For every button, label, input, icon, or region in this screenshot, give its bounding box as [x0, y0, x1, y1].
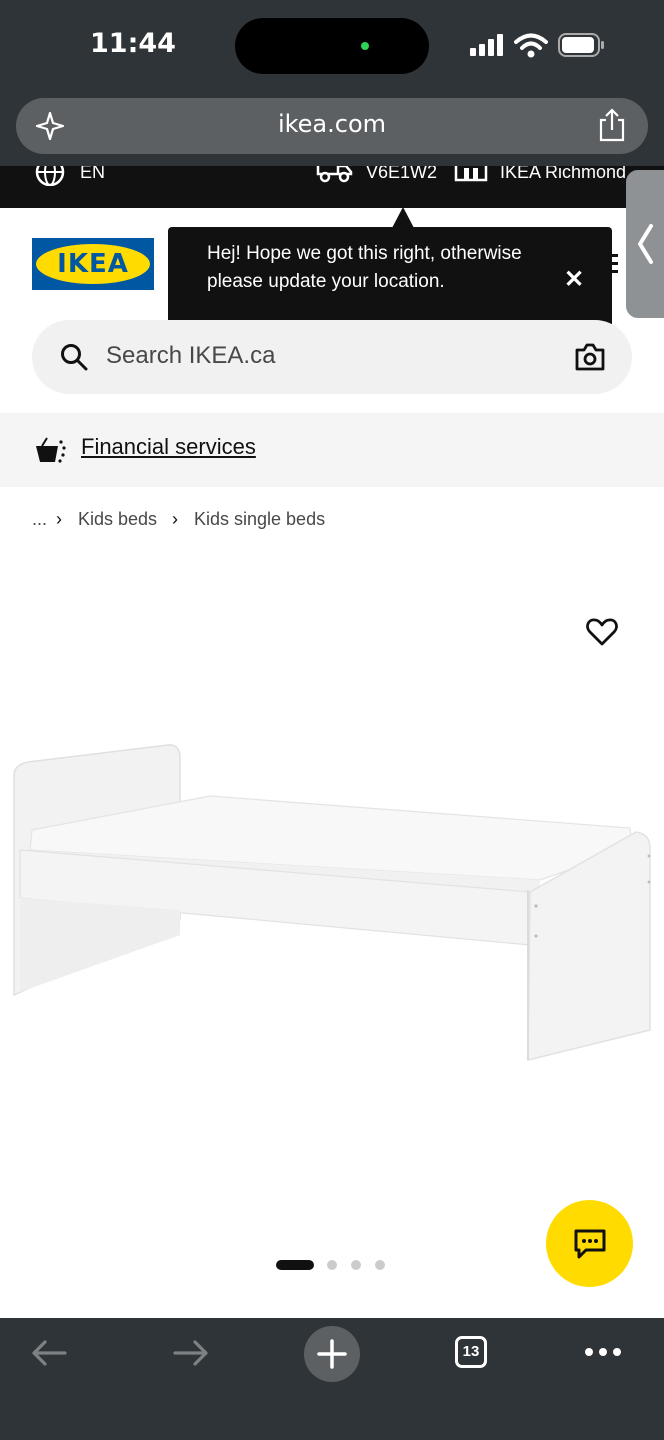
chevron-right-icon: ›: [56, 509, 62, 529]
camera-indicator-icon: [361, 42, 369, 50]
carousel-dot[interactable]: [327, 1260, 337, 1270]
logo-text: IKEA: [57, 249, 129, 279]
search-icon[interactable]: [60, 343, 88, 371]
dynamic-island: [235, 18, 429, 74]
globe-icon[interactable]: [34, 166, 66, 186]
cellular-signal-icon: [470, 34, 503, 56]
back-arrow-icon[interactable]: [30, 1338, 68, 1368]
chevron-right-icon: ›: [172, 509, 178, 529]
camera-search-icon[interactable]: [574, 342, 606, 372]
carousel-dot[interactable]: [351, 1260, 361, 1270]
url-text[interactable]: ikea.com: [0, 110, 664, 138]
chat-icon[interactable]: [572, 1228, 608, 1262]
status-time: 11:44: [90, 28, 176, 59]
search-input[interactable]: [106, 342, 546, 370]
tab-switcher-button[interactable]: 13: [455, 1336, 487, 1368]
battery-icon: [558, 33, 604, 57]
more-options-icon[interactable]: [584, 1346, 622, 1358]
utility-strip: EN V6E1W2 IKEA Richmond: [0, 166, 664, 208]
delivery-truck-icon[interactable]: [316, 166, 354, 184]
store-label[interactable]: IKEA Richmond: [500, 166, 626, 183]
forward-arrow-icon[interactable]: [172, 1338, 210, 1368]
chevron-left-icon[interactable]: [634, 222, 656, 266]
location-tooltip-text: Hej! Hope we got this right, otherwise p…: [207, 243, 522, 292]
store-icon[interactable]: [454, 166, 488, 184]
wifi-icon: [514, 33, 548, 58]
ikea-logo[interactable]: IKEA: [32, 238, 154, 290]
tooltip-arrow: [392, 207, 414, 228]
share-icon[interactable]: [597, 108, 627, 142]
breadcrumb-item-kids-beds[interactable]: Kids beds: [78, 509, 157, 530]
product-image[interactable]: [0, 730, 664, 1070]
financial-services-link[interactable]: Financial services: [81, 434, 256, 460]
carousel-dot[interactable]: [375, 1260, 385, 1270]
carousel-dot-active[interactable]: [276, 1260, 314, 1270]
plus-icon[interactable]: [316, 1338, 348, 1370]
language-label[interactable]: EN: [80, 166, 105, 183]
heart-icon[interactable]: [586, 617, 618, 647]
breadcrumb-item-kids-single-beds[interactable]: Kids single beds: [194, 509, 325, 530]
close-icon[interactable]: ✕: [562, 268, 586, 292]
postal-code-label[interactable]: V6E1W2: [366, 166, 437, 183]
breadcrumb-ellipsis[interactable]: ...: [32, 509, 47, 530]
financing-basket-icon: [36, 437, 66, 463]
